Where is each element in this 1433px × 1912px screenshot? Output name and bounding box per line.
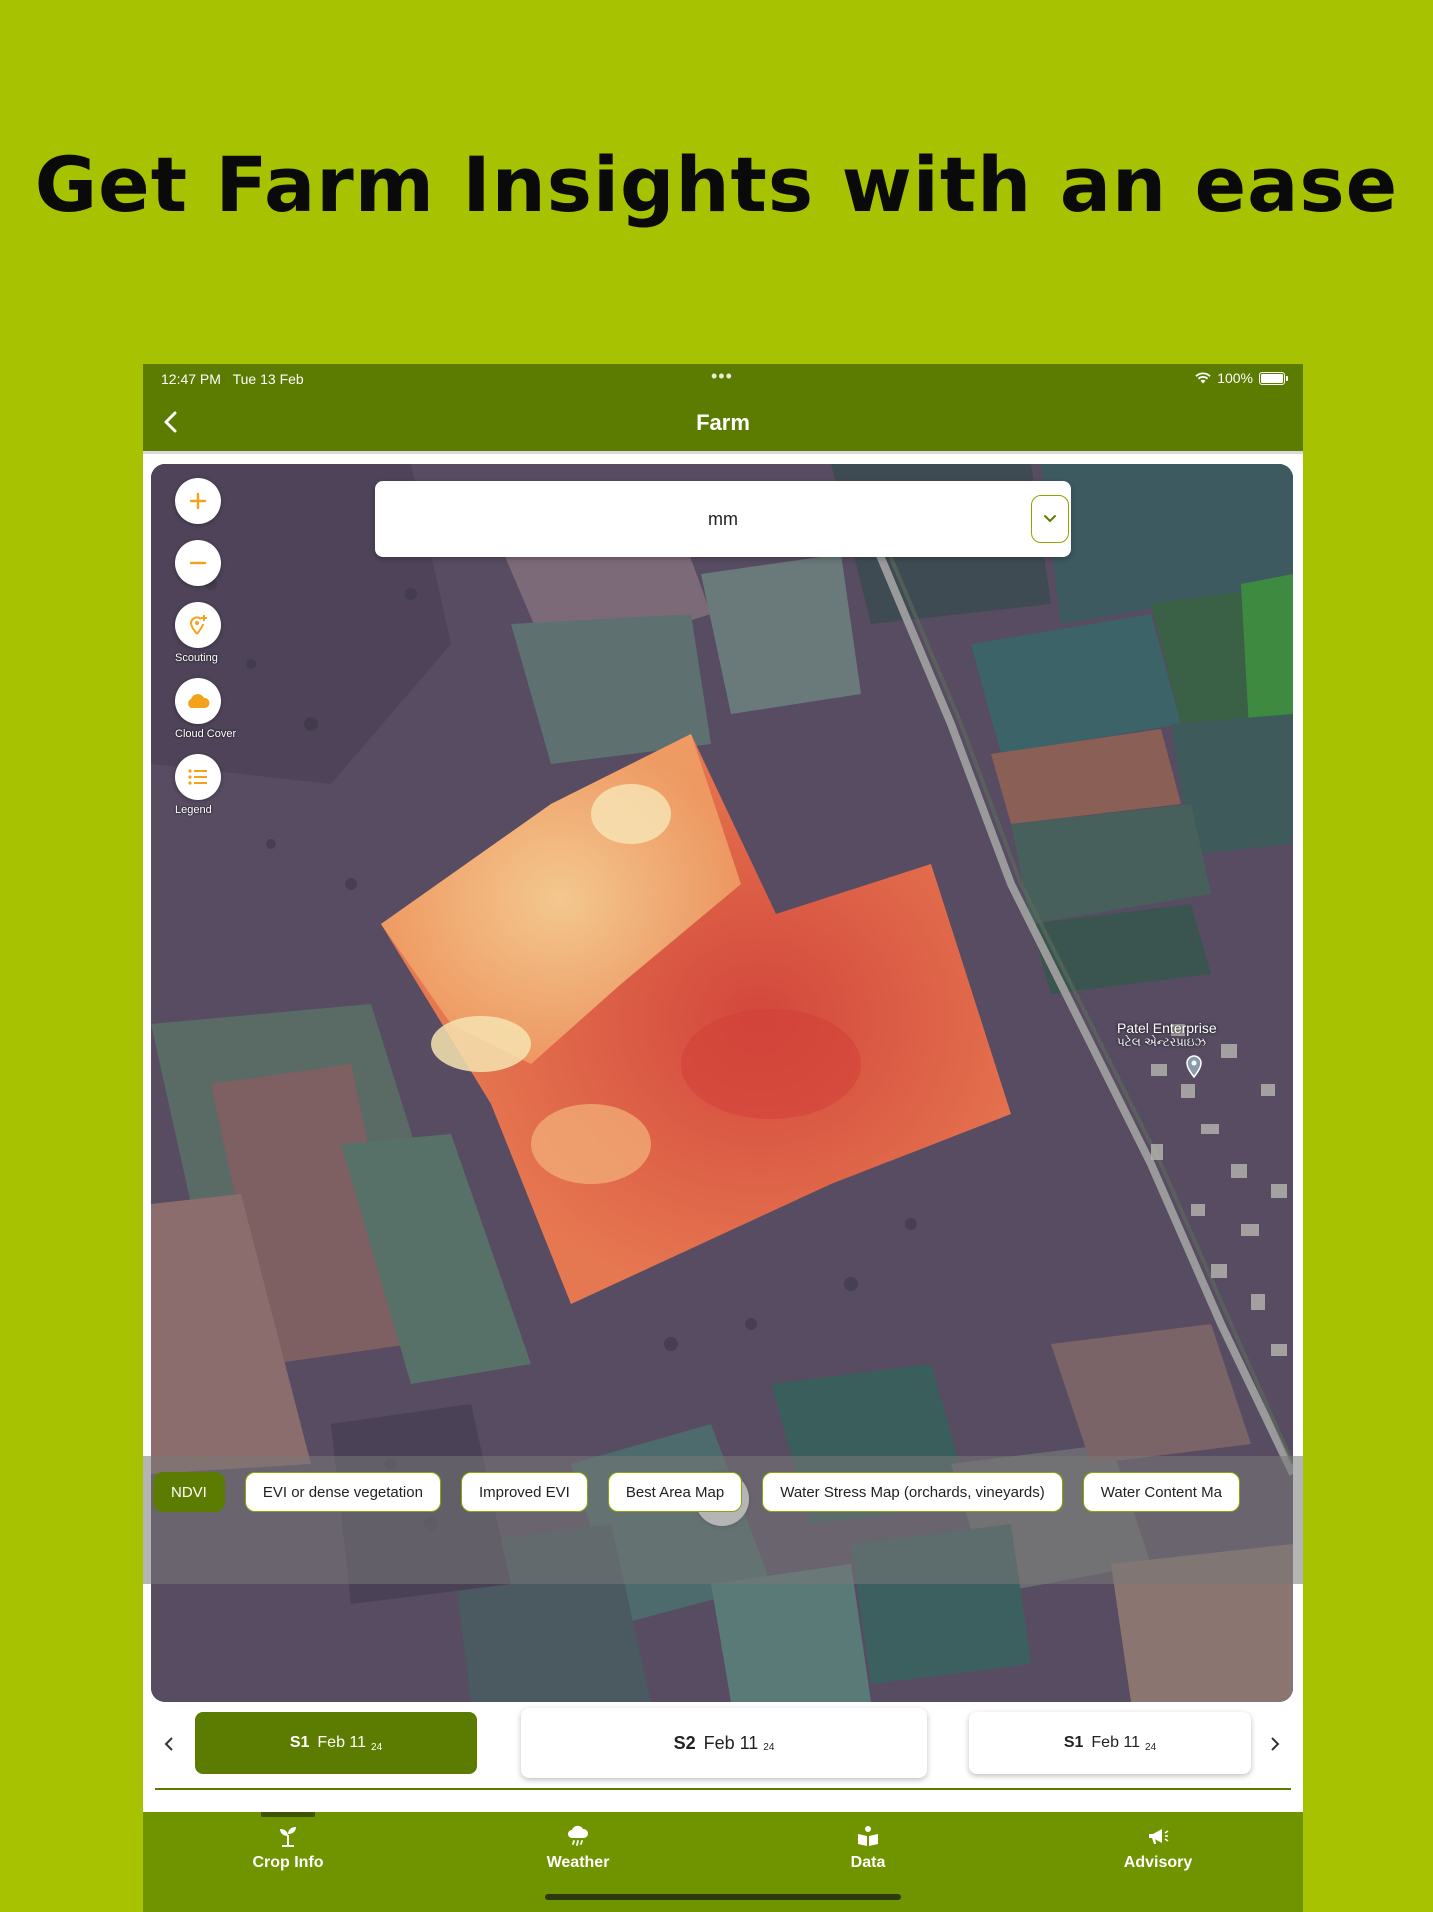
device-screen: 12:47 PM Tue 13 Feb ••• 100% Farm mm Sco… [143, 364, 1303, 1912]
tab-label: Weather [546, 1854, 610, 1871]
layer-chip-water-stress[interactable]: Water Stress Map (orchards, vineyards) [762, 1472, 1063, 1512]
book-reader-icon [858, 1826, 878, 1846]
app-bar: Farm [143, 392, 1303, 454]
layer-chip-improved-evi[interactable]: Improved EVI [460, 1472, 588, 1512]
rain-cloud-icon [568, 1825, 589, 1846]
legend-button[interactable] [175, 754, 221, 800]
map-pin-plus-icon [189, 615, 207, 635]
cloud-icon [188, 694, 210, 708]
layer-chip-evi[interactable]: EVI or dense vegetation [244, 1472, 441, 1512]
poi-name-local: પટેલ એન્ટરપ્રાઇઝ [1117, 1035, 1206, 1049]
status-time: 12:47 PM [161, 371, 221, 387]
tab-label: Advisory [1123, 1854, 1193, 1871]
tab-advisory[interactable]: Advisory [1013, 1812, 1303, 1892]
multitask-dots-icon[interactable]: ••• [711, 366, 733, 387]
map-marker-icon[interactable] [1185, 1054, 1203, 1078]
chevron-right-icon[interactable] [1263, 1732, 1287, 1756]
tab-label: Crop Info [252, 1854, 324, 1871]
date-card-1[interactable]: S1 Feb 11 24 [195, 1712, 477, 1774]
tab-data[interactable]: Data [723, 1812, 1013, 1892]
chevron-down-icon[interactable] [1031, 495, 1069, 543]
zoom-out-button[interactable] [175, 540, 221, 586]
cloud-cover-label: Cloud Cover [175, 728, 237, 740]
page-title: Farm [696, 410, 750, 435]
tab-crop-info[interactable]: Crop Info [143, 1812, 433, 1892]
dropdown-value: mm [708, 509, 738, 529]
date-selector: S1 Feb 11 24 S2 Feb 11 24 S1 Feb 11 24 [143, 1704, 1303, 1794]
chevron-left-icon[interactable] [157, 1732, 181, 1756]
layer-chip-best-area[interactable]: Best Area Map [607, 1472, 743, 1512]
date-card-3[interactable]: S1 Feb 11 24 [969, 1712, 1251, 1774]
zoom-in-button[interactable] [175, 478, 221, 524]
legend-label: Legend [175, 804, 212, 816]
minus-icon [189, 561, 207, 565]
headline: Get Farm Insights with an ease [34, 140, 1399, 229]
layer-chips: NDVI EVI or dense vegetation Improved EV… [153, 1472, 1240, 1512]
wifi-icon [1195, 372, 1211, 384]
battery-percent: 100% [1217, 370, 1253, 386]
plus-icon [189, 492, 207, 510]
poi-name: Patel Enterprise [1117, 1020, 1217, 1036]
date-card-2[interactable]: S2 Feb 11 24 [521, 1708, 927, 1778]
layer-chip-ndvi[interactable]: NDVI [153, 1472, 225, 1512]
date-underline [155, 1788, 1291, 1790]
unit-dropdown[interactable]: mm [375, 481, 1071, 557]
tab-weather[interactable]: Weather [433, 1812, 723, 1892]
scouting-button[interactable] [175, 602, 221, 648]
sprout-icon [280, 1827, 296, 1847]
status-bar: 12:47 PM Tue 13 Feb ••• 100% [143, 364, 1303, 392]
scouting-label: Scouting [175, 652, 218, 664]
battery-icon [1259, 371, 1288, 385]
tab-label: Data [850, 1854, 886, 1871]
status-date: Tue 13 Feb [232, 371, 304, 387]
home-indicator [545, 1894, 901, 1900]
cloud-cover-button[interactable] [175, 678, 221, 724]
list-icon [188, 769, 207, 785]
layer-chip-water-content[interactable]: Water Content Ma [1082, 1472, 1240, 1512]
poi-label: Patel Enterprise પટેલ એન્ટરપ્રાઇઝ [1117, 1020, 1217, 1050]
megaphone-icon [1149, 1829, 1169, 1844]
